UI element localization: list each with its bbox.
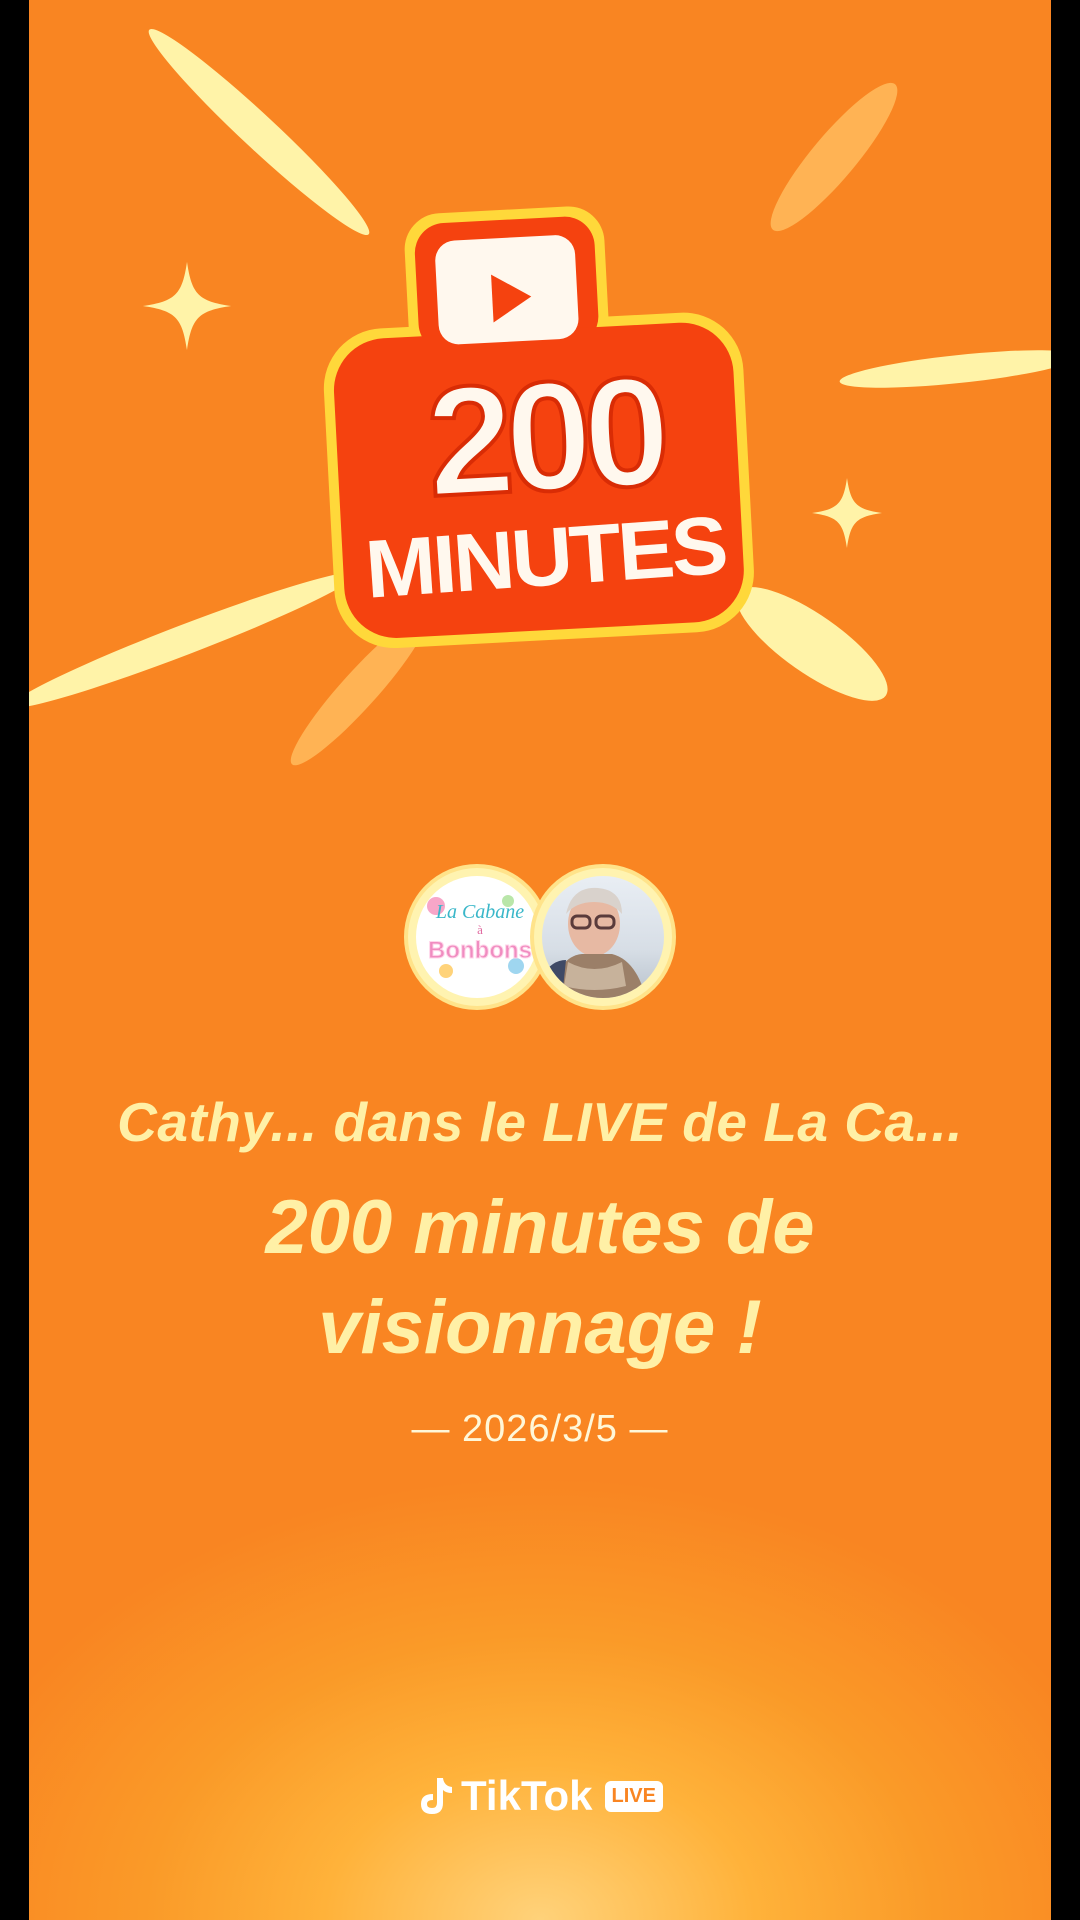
brand-name: TikTok (461, 1772, 593, 1819)
milestone-title-line: visionnage ! (318, 1285, 762, 1370)
tiktok-live-brand: TikTok LIVE (29, 1772, 1051, 1820)
decorative-ray (756, 70, 912, 244)
user-photo (542, 887, 646, 998)
live-badge: LIVE (604, 1780, 663, 1812)
tiktok-note-icon (421, 1778, 453, 1814)
viewer-context-text: Cathy... dans le LIVE de La Ca... (117, 1091, 963, 1153)
milestone-badge: 200 MINUTES (323, 200, 764, 650)
avatar-group: La Cabane à Bonbons (29, 868, 1051, 1018)
milestone-card: 200 MINUTES La Cabane à Bonbons Cathy...… (29, 0, 1051, 1920)
decorative-ray (29, 559, 363, 721)
milestone-title-line: 200 minutes de (265, 1185, 815, 1270)
svg-text:à: à (477, 922, 483, 937)
milestone-title: 200 minutes de visionnage ! (29, 1178, 1051, 1378)
shop-logo-avatar[interactable]: La Cabane à Bonbons (408, 868, 546, 1006)
svg-text:Bonbons: Bonbons (428, 937, 532, 964)
sparkle-icon (142, 261, 232, 351)
milestone-date: — 2026/3/5 — (411, 1408, 669, 1450)
svg-text:La Cabane: La Cabane (435, 901, 524, 923)
badge-number: 200 (423, 344, 668, 529)
sparkle-icon (812, 478, 882, 548)
user-avatar[interactable] (534, 868, 672, 1006)
decorative-ray (838, 342, 1051, 396)
shop-logo: La Cabane à Bonbons (427, 895, 532, 978)
